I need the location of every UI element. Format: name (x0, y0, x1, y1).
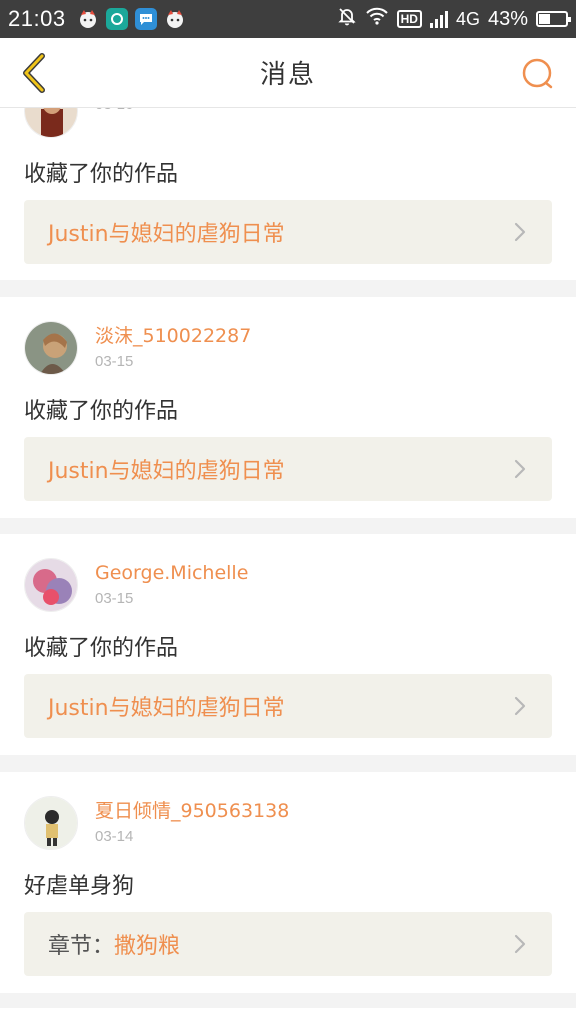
work-title: Justin与媳妇的虐狗日常 (48, 222, 285, 247)
chevron-right-icon (514, 222, 526, 242)
chapter-link[interactable]: 章节： 撒狗粮 (24, 912, 552, 976)
message-feed[interactable]: 03-16 收藏了你的作品 Justin与媳妇的虐狗日常 淡沫_51002228… (0, 108, 576, 1024)
avatar[interactable] (24, 796, 78, 850)
chevron-right-icon (514, 934, 526, 954)
signal-icon (429, 10, 448, 28)
battery-percent: 43% (487, 7, 528, 30)
message-action-text: 收藏了你的作品 (24, 162, 179, 187)
search-button[interactable] (518, 54, 558, 94)
avatar[interactable] (24, 558, 78, 612)
username[interactable]: 淡沫_510022287 (95, 323, 251, 349)
message-card: 03-16 收藏了你的作品 Justin与媳妇的虐狗日常 (0, 108, 576, 280)
status-right: HD 4G 43% (337, 6, 571, 32)
message-card (0, 1008, 576, 1024)
link-prefix: 章节： (48, 934, 115, 959)
cat-icon (164, 8, 186, 30)
chapter-title: 撒狗粮 (114, 934, 181, 959)
mute-bell-icon (337, 6, 357, 32)
avatar[interactable] (24, 321, 78, 375)
chevron-right-icon (514, 696, 526, 716)
work-title: Justin与媳妇的虐狗日常 (48, 459, 285, 484)
username[interactable]: George.Michelle (95, 560, 248, 586)
page-title: 消息 (259, 60, 316, 90)
app-header: 消息 (0, 38, 576, 108)
network-type: 4G (455, 8, 480, 29)
message-action-text: 好虐单身狗 (24, 874, 135, 899)
hd-icon: HD (396, 10, 422, 28)
username[interactable]: 夏日倾情_950563138 (95, 798, 289, 824)
status-time: 21:03 (8, 6, 66, 31)
timestamp: 03-15 (95, 353, 134, 370)
chat-icon (134, 8, 157, 30)
status-bar: 21:03 HD 4G 43% (0, 0, 576, 38)
work-link[interactable]: Justin与媳妇的虐狗日常 (24, 200, 552, 264)
message-card: 夏日倾情_950563138 03-14 好虐单身狗 章节： 撒狗粮 (0, 772, 576, 993)
message-action-text: 收藏了你的作品 (24, 399, 179, 424)
status-left: 21:03 (8, 6, 186, 32)
message-card: George.Michelle 03-15 收藏了你的作品 Justin与媳妇的… (0, 534, 576, 755)
avatar[interactable] (24, 108, 78, 138)
chevron-right-icon (514, 459, 526, 479)
green-app-icon (105, 8, 128, 30)
timestamp: 03-14 (95, 828, 134, 845)
messages-screen: 21:03 HD 4G 43% 消息 收藏了你的作品 Justin与媳妇的虐狗日… (0, 0, 576, 1024)
message-card: 淡沫_510022287 03-15 收藏了你的作品 Justin与媳妇的虐狗日… (0, 297, 576, 518)
battery-icon (536, 11, 571, 27)
wifi-icon (365, 7, 389, 31)
work-link[interactable]: Justin与媳妇的虐狗日常 (24, 674, 552, 738)
work-title: Justin与媳妇的虐狗日常 (48, 696, 285, 721)
timestamp: 03-16 (95, 108, 133, 116)
battery-fill (539, 14, 551, 24)
cat-icon (77, 8, 99, 30)
work-link[interactable]: Justin与媳妇的虐狗日常 (24, 437, 552, 501)
search-icon (522, 58, 553, 89)
timestamp: 03-15 (95, 590, 134, 607)
back-button[interactable] (12, 50, 56, 96)
message-action-text: 收藏了你的作品 (24, 636, 179, 661)
chevron-left-icon (23, 53, 45, 93)
